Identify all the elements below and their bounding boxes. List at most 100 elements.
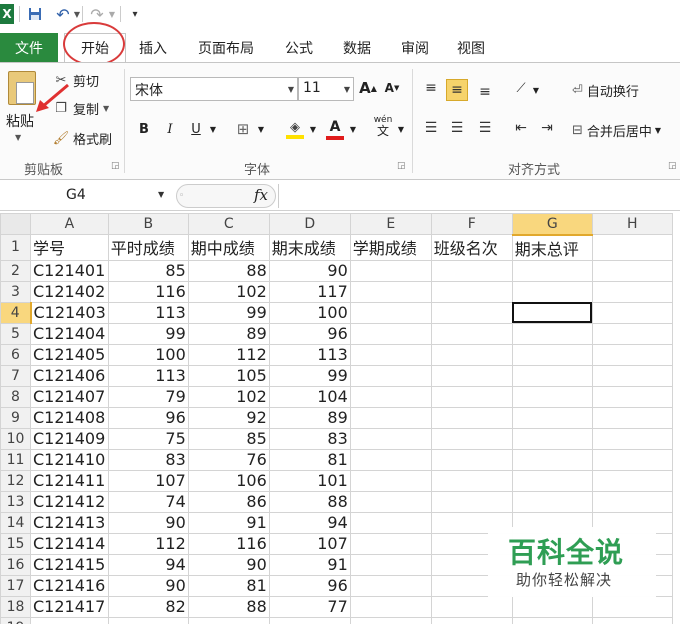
row-header[interactable]: 15 [0, 532, 31, 555]
cell-c1[interactable]: 期中成绩 [187, 234, 270, 261]
cell-g19[interactable] [511, 616, 593, 624]
cell-h3[interactable] [591, 280, 673, 303]
cell-h7[interactable] [591, 364, 673, 387]
orientation-dropdown-icon[interactable]: ▼ [532, 79, 540, 101]
row-header[interactable]: 12 [0, 469, 31, 492]
cell-d1[interactable]: 期末成绩 [268, 234, 351, 261]
cell-g10[interactable] [511, 427, 593, 450]
row-header[interactable]: 6 [0, 343, 31, 366]
cell-a2[interactable]: C121401 [30, 259, 109, 282]
column-header-f[interactable]: F [430, 213, 513, 235]
cell-d12[interactable]: 101 [268, 469, 351, 492]
cell-b18[interactable]: 82 [107, 595, 189, 618]
cell-b15[interactable]: 112 [107, 532, 189, 555]
cell-a15[interactable]: C121414 [30, 532, 109, 555]
row-header[interactable]: 17 [0, 574, 31, 597]
formula-input[interactable] [278, 184, 678, 208]
cell-g2[interactable] [511, 259, 593, 282]
align-right-button[interactable]: ☰ [474, 117, 496, 139]
row-header[interactable]: 5 [0, 322, 31, 345]
cell-c2[interactable]: 88 [187, 259, 270, 282]
underline-dropdown-icon[interactable]: ▼ [208, 118, 218, 140]
cell-d10[interactable]: 83 [268, 427, 351, 450]
cell-d8[interactable]: 104 [268, 385, 351, 408]
cell-h12[interactable] [591, 469, 673, 492]
cell-h8[interactable] [591, 385, 673, 408]
cell-b13[interactable]: 74 [107, 490, 189, 513]
cell-e15[interactable] [349, 532, 432, 555]
alignment-launcher-icon[interactable]: ◲ [668, 161, 677, 171]
cell-h9[interactable] [591, 406, 673, 429]
cell-d6[interactable]: 113 [268, 343, 351, 366]
cell-b9[interactable]: 96 [107, 406, 189, 429]
cell-c10[interactable]: 85 [187, 427, 270, 450]
redo-icon[interactable]: ↷ [88, 4, 106, 24]
cell-g3[interactable] [511, 280, 593, 303]
cell-b16[interactable]: 94 [107, 553, 189, 576]
row-header[interactable]: 14 [0, 511, 31, 534]
cell-a6[interactable]: C121405 [30, 343, 109, 366]
cell-c18[interactable]: 88 [187, 595, 270, 618]
cell-a9[interactable]: C121408 [30, 406, 109, 429]
row-header[interactable]: 3 [0, 280, 31, 303]
cell-b11[interactable]: 83 [107, 448, 189, 471]
cell-f13[interactable] [430, 490, 513, 513]
cell-e3[interactable] [349, 280, 432, 303]
cell-b10[interactable]: 75 [107, 427, 189, 450]
row-header[interactable]: 4 [0, 301, 32, 324]
cell-f5[interactable] [430, 322, 513, 345]
italic-button[interactable]: I [160, 118, 180, 140]
column-header-c[interactable]: C [187, 213, 270, 235]
cell-h10[interactable] [591, 427, 673, 450]
shrink-font-button[interactable]: A ▼ [382, 77, 402, 99]
cell-b12[interactable]: 107 [107, 469, 189, 492]
cell-h1[interactable] [591, 234, 673, 261]
drag-handle-icon[interactable]: ◦ [179, 191, 184, 201]
undo-dropdown-icon[interactable]: ▼ [73, 4, 81, 24]
cell-d17[interactable]: 96 [268, 574, 351, 597]
tab-insert[interactable]: 插入 [130, 33, 176, 62]
cell-a18[interactable]: C121417 [30, 595, 109, 618]
border-icon[interactable]: ⊞ [232, 118, 254, 140]
merge-center-button[interactable]: ⊟ 合并后居中 ▼ [572, 119, 680, 141]
cell-c6[interactable]: 112 [187, 343, 270, 366]
cell-b19[interactable] [107, 616, 189, 624]
cell-c8[interactable]: 102 [187, 385, 270, 408]
cell-h4[interactable] [591, 301, 673, 324]
format-painter-button[interactable]: 🖌 格式刷 [52, 127, 112, 149]
align-bottom-button[interactable]: ≡ [474, 81, 496, 103]
row-header[interactable]: 11 [0, 448, 31, 471]
cell-b14[interactable]: 90 [107, 511, 189, 534]
column-header-b[interactable]: B [107, 213, 189, 235]
fill-color-button[interactable]: ◈ [284, 116, 306, 142]
cell-a4[interactable]: C121403 [30, 301, 109, 324]
cell-e16[interactable] [349, 553, 432, 576]
cell-b7[interactable]: 113 [107, 364, 189, 387]
cell-c13[interactable]: 86 [187, 490, 270, 513]
align-left-button[interactable]: ☰ [420, 117, 442, 139]
row-header[interactable]: 8 [0, 385, 31, 408]
cell-e13[interactable] [349, 490, 432, 513]
cell-c17[interactable]: 81 [187, 574, 270, 597]
cell-e1[interactable]: 学期成绩 [349, 234, 432, 261]
cell-d13[interactable]: 88 [268, 490, 351, 513]
paste-icon[interactable] [8, 71, 36, 105]
font-launcher-icon[interactable]: ◲ [397, 161, 406, 171]
clipboard-launcher-icon[interactable]: ◲ [111, 161, 120, 171]
font-size-select[interactable]: 11 ▼ [298, 77, 354, 101]
select-all-corner[interactable] [0, 213, 31, 235]
cell-e7[interactable] [349, 364, 432, 387]
cell-d2[interactable]: 90 [268, 259, 351, 282]
font-color-dropdown-icon[interactable]: ▼ [348, 118, 358, 140]
cell-c14[interactable]: 91 [187, 511, 270, 534]
paste-button[interactable]: 粘贴 [6, 111, 34, 131]
cell-h18[interactable] [591, 595, 673, 618]
cell-c4[interactable]: 99 [187, 301, 270, 324]
cell-e12[interactable] [349, 469, 432, 492]
name-box[interactable]: G4 [0, 184, 172, 208]
cell-f19[interactable] [430, 616, 513, 624]
cell-a17[interactable]: C121416 [30, 574, 109, 597]
cell-g6[interactable] [511, 343, 593, 366]
row-header[interactable]: 9 [0, 406, 31, 429]
cell-f2[interactable] [430, 259, 513, 282]
